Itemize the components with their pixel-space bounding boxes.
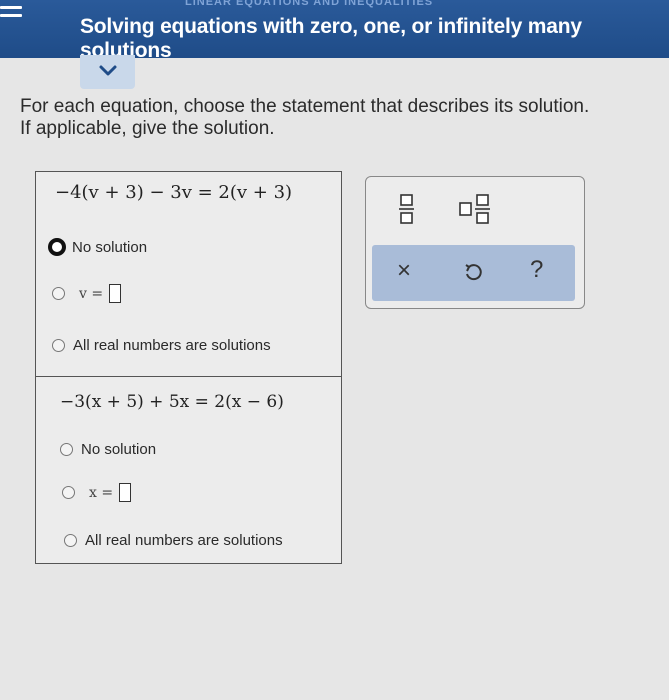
header-subtitle: LINEAR EQUATIONS AND INEQUALITIES — [185, 0, 434, 8]
fraction-icon — [399, 194, 414, 224]
mixed-number-icon — [459, 194, 490, 224]
radio-icon[interactable] — [52, 339, 65, 352]
chevron-down-icon — [99, 65, 117, 76]
equation-1: −4(v + 3) − 3v = 2(v + 3) — [55, 182, 293, 203]
option-label: No solution — [81, 441, 157, 458]
option-label: All real numbers are solutions — [85, 532, 283, 549]
problem-panel — [35, 171, 342, 564]
mixed-number-button[interactable] — [458, 193, 494, 230]
undo-button[interactable] — [463, 262, 483, 287]
radio-icon[interactable] — [62, 486, 75, 499]
option-label: No solution — [72, 238, 148, 256]
radio-icon[interactable] — [60, 443, 73, 456]
problem-1-option-value[interactable]: v = — [52, 284, 122, 303]
instructions-line-2: If applicable, give the solution. — [20, 118, 275, 139]
help-button[interactable]: ? — [530, 258, 543, 282]
header-bar: LINEAR EQUATIONS AND INEQUALITIES Solvin… — [0, 0, 669, 62]
option-label: x = — [89, 484, 114, 501]
problem-2-option-no-solution[interactable]: No solution — [60, 441, 156, 458]
problem-1-option-no-solution[interactable]: No solution — [48, 238, 147, 256]
problem-divider — [35, 376, 342, 377]
answer-input-x[interactable] — [119, 483, 132, 502]
problem-2-option-all-real[interactable]: All real numbers are solutions — [64, 532, 283, 549]
answer-input-v[interactable] — [109, 284, 122, 303]
clear-button[interactable]: × — [397, 259, 411, 283]
instructions-line-1: For each equation, choose the statement … — [20, 96, 590, 117]
option-label: v = — [79, 285, 104, 302]
undo-icon — [465, 264, 482, 281]
radio-selected-icon[interactable] — [48, 238, 66, 256]
menu-icon[interactable] — [0, 0, 30, 58]
radio-icon[interactable] — [52, 287, 65, 300]
fraction-button[interactable] — [398, 193, 416, 230]
radio-icon[interactable] — [64, 534, 77, 547]
collapse-toggle-button[interactable] — [80, 55, 135, 89]
equation-2: −3(x + 5) + 5x = 2(x − 6) — [60, 392, 284, 412]
option-label: All real numbers are solutions — [73, 337, 271, 354]
problem-2-option-value[interactable]: x = — [62, 483, 132, 502]
instructions: For each equation, choose the statement … — [20, 96, 620, 140]
problem-1-option-all-real[interactable]: All real numbers are solutions — [52, 337, 271, 354]
page-title: Solving equations with zero, one, or inf… — [80, 15, 582, 62]
